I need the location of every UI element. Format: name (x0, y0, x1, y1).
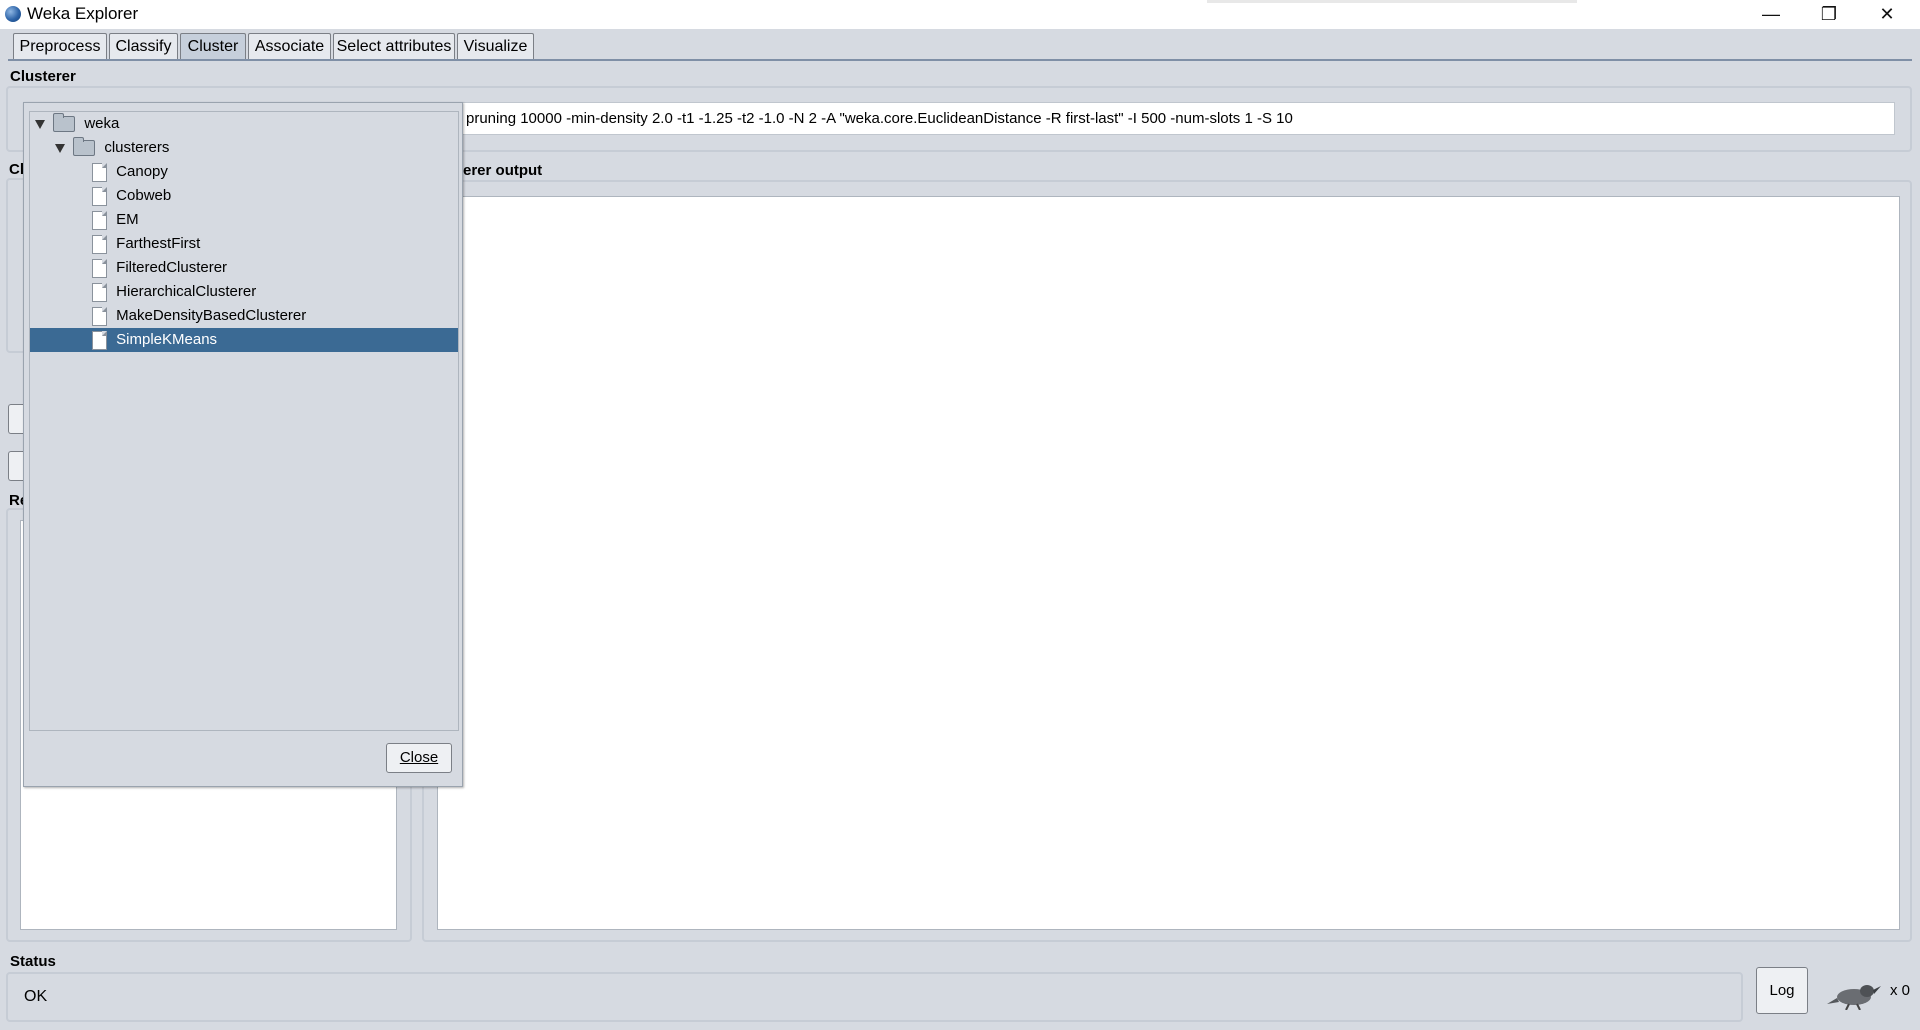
tree-leaf-label: HierarchicalClusterer (116, 283, 257, 300)
folder-icon (53, 113, 76, 133)
tree-leaf-makedensitybasedclusterer[interactable]: MakeDensityBasedClusterer (30, 304, 458, 328)
expand-arrow-icon[interactable] (55, 143, 65, 153)
tree-leaf-label: MakeDensityBasedClusterer (116, 307, 307, 324)
tree-node-clusterers[interactable]: clusterers (30, 136, 458, 160)
tree-leaf-label: FilteredClusterer (116, 259, 228, 276)
status-section-title: Status (10, 953, 56, 970)
tree-leaf-label: FarthestFirst (116, 235, 201, 252)
clusterer-section-title: Clusterer (10, 68, 76, 85)
tab-strip-divider (8, 59, 1912, 61)
status-message: OK (6, 972, 1743, 1022)
close-chooser-button[interactable]: Close (386, 743, 452, 773)
clusterer-config-field[interactable]: pruning 10000 -min-density 2.0 -t1 -1.25… (455, 102, 1895, 135)
tab-select-attributes[interactable]: Select attributes (333, 33, 455, 60)
tab-cluster[interactable]: Cluster (180, 33, 246, 60)
log-button[interactable]: Log (1756, 967, 1808, 1014)
tab-preprocess[interactable]: Preprocess (13, 33, 107, 60)
tab-associate[interactable]: Associate (248, 33, 331, 60)
tree-leaf-label: Cobweb (116, 187, 172, 204)
tree-node-weka[interactable]: weka (30, 112, 458, 136)
document-icon (92, 282, 107, 302)
restore-button[interactable]: ❐ (1800, 0, 1858, 29)
expand-arrow-icon[interactable] (35, 119, 45, 129)
clusterer-output-text[interactable] (437, 196, 1900, 930)
document-icon (92, 162, 107, 182)
folder-icon (73, 137, 96, 157)
window-title: Weka Explorer (27, 4, 139, 23)
close-window-button[interactable]: ✕ (1858, 0, 1916, 29)
tree-leaf-simplekmeans[interactable]: SimpleKMeans (30, 328, 458, 352)
tree-leaf-hierarchicalclusterer[interactable]: HierarchicalClusterer (30, 280, 458, 304)
tree-leaf-farthestfirst[interactable]: FarthestFirst (30, 232, 458, 256)
document-icon (92, 306, 107, 326)
background-window-edge (1207, 0, 1577, 3)
tree-leaf-label: EM (116, 211, 139, 228)
tree-leaf-label: SimpleKMeans (116, 331, 218, 348)
tree-leaf-cobweb[interactable]: Cobweb (30, 184, 458, 208)
tree-leaf-canopy[interactable]: Canopy (30, 160, 458, 184)
weka-app-icon (5, 6, 21, 22)
weka-bird-icon (1827, 982, 1881, 1011)
clusterer-tree[interactable]: weka clusterers Canopy Cobweb EM Farthes… (29, 111, 459, 731)
document-icon (92, 258, 107, 278)
clusterer-output-title: erer output (463, 162, 543, 179)
document-icon (92, 186, 107, 206)
cluster-mode-title: Cl (9, 161, 24, 178)
tree-leaf-filteredclusterer[interactable]: FilteredClusterer (30, 256, 458, 280)
task-count: x 0 (1890, 982, 1911, 999)
tree-node-label: weka (84, 115, 120, 132)
tree-node-label: clusterers (104, 139, 170, 156)
tab-visualize[interactable]: Visualize (457, 33, 534, 60)
minimize-button[interactable]: — (1742, 0, 1800, 29)
tree-leaf-em[interactable]: EM (30, 208, 458, 232)
tree-leaf-label: Canopy (116, 163, 168, 180)
tab-classify[interactable]: Classify (109, 33, 178, 60)
clusterer-chooser-popup: weka clusterers Canopy Cobweb EM Farthes… (23, 102, 463, 787)
document-icon (92, 234, 107, 254)
document-icon (92, 330, 107, 350)
title-bar (0, 0, 1920, 29)
document-icon (92, 210, 107, 230)
